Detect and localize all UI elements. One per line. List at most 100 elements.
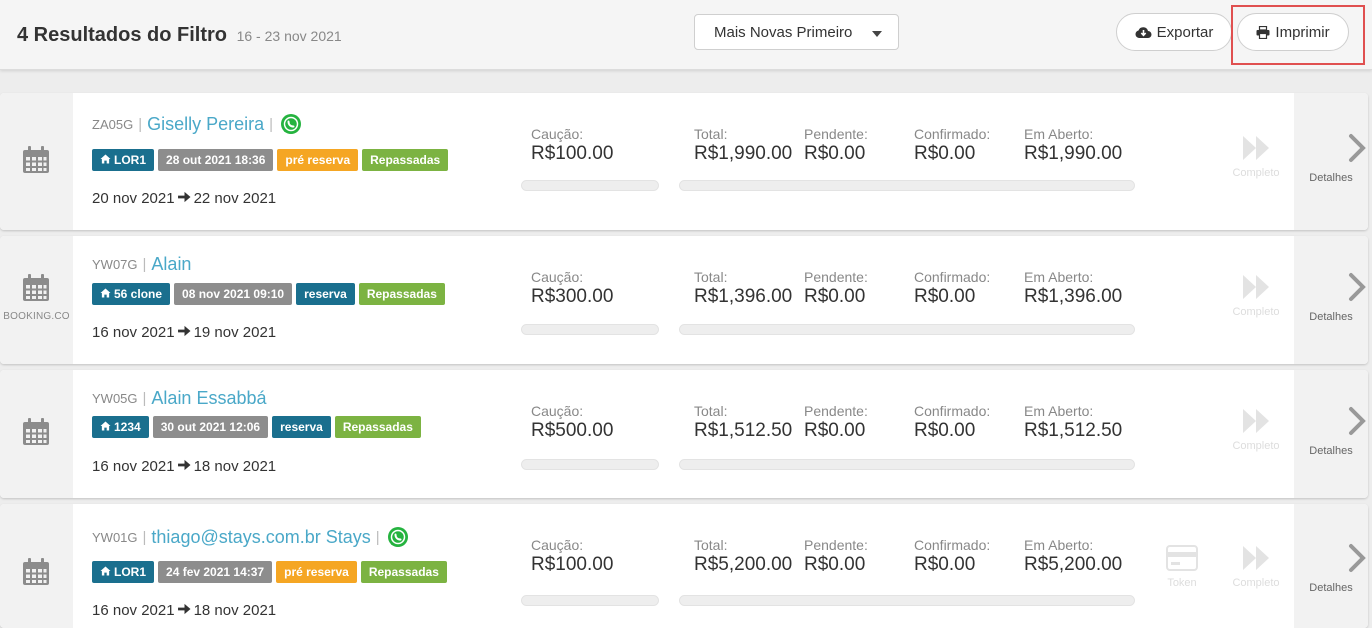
listing-tag[interactable]: 56 clone [92, 283, 171, 305]
token-label: Token [1167, 577, 1197, 589]
fast-forward-icon [1226, 274, 1286, 300]
reservation-id-line: ZA05G | Giselly Pereira | [92, 113, 302, 135]
date-range: 16 - 23 nov 2021 [236, 28, 342, 44]
open-amount: Em Aberto: R$5,200.00 [1024, 537, 1122, 576]
guest-name-link[interactable]: Alain Essabbá [151, 388, 266, 409]
created-date-tag: 28 out 2021 18:36 [158, 149, 274, 171]
details-button[interactable]: Detalhes [1294, 504, 1368, 628]
transfer-badge: Repassadas [334, 416, 421, 438]
total-label: Total: [694, 269, 728, 285]
listing-code: 1234 [114, 420, 141, 434]
deposit-progress-bar [521, 459, 659, 470]
guest-name-link[interactable]: Giselly Pereira [147, 114, 264, 135]
separator: | [142, 390, 147, 407]
whatsapp-icon[interactable] [387, 526, 409, 548]
reservation-card[interactable]: BOOKING.CO YW07G | Alain 56 clone 08 nov… [0, 236, 1368, 364]
open-label: Em Aberto: [1024, 537, 1094, 553]
listing-tag[interactable]: LOR1 [92, 561, 155, 583]
pending-label: Pendente: [804, 269, 868, 285]
complete-button[interactable]: Completo [1226, 545, 1286, 589]
fast-forward-icon [1226, 545, 1286, 571]
print-button-highlight [1231, 5, 1365, 65]
status-badge: reserva [272, 416, 331, 438]
complete-button[interactable]: Completo [1226, 408, 1286, 452]
source-label: BOOKING.CO [3, 311, 70, 322]
payment-progress-bar [679, 459, 1135, 470]
pending-value: R$0.00 [804, 420, 866, 441]
confirmed-value: R$0.00 [914, 420, 976, 441]
listing-code: 56 clone [114, 287, 163, 301]
arrow-right-icon [177, 190, 191, 207]
separator: | [375, 528, 380, 546]
details-button[interactable]: Detalhes [1294, 93, 1368, 230]
stay-dates: 16 nov 2021 19 nov 2021 [92, 324, 276, 341]
reservation-card[interactable]: ZA05G | Giselly Pereira | LOR1 28 out 20… [0, 93, 1368, 230]
cloud-download-icon [1135, 27, 1152, 38]
results-title: 4 Resultados do Filtro [17, 24, 228, 46]
details-label: Detalhes [1309, 311, 1353, 323]
pending-value: R$0.00 [804, 286, 866, 307]
calendar-icon [22, 558, 50, 586]
created-date-tag: 08 nov 2021 09:10 [174, 283, 293, 305]
export-button[interactable]: Exportar [1116, 13, 1232, 51]
results-header: 4 Resultados do Filtro 16 - 23 nov 2021 … [0, 0, 1372, 70]
listing-tag[interactable]: LOR1 [92, 149, 155, 171]
reservation-source-panel: BOOKING.CO [0, 236, 73, 364]
deposit-value: R$500.00 [531, 420, 614, 441]
reservation-tags: 56 clone 08 nov 2021 09:10 reserva Repas… [92, 283, 445, 305]
reservation-source-panel [0, 93, 73, 230]
open-label: Em Aberto: [1024, 126, 1094, 142]
created-date-tag: 30 out 2021 12:06 [152, 416, 269, 438]
deposit-amount: Caução: R$300.00 [531, 269, 613, 308]
listing-tag[interactable]: 1234 [92, 416, 149, 438]
confirmed-value: R$0.00 [914, 143, 976, 164]
details-label: Detalhes [1309, 445, 1353, 457]
transfer-badge: Repassadas [362, 149, 449, 171]
open-value: R$5,200.00 [1024, 554, 1123, 575]
total-label: Total: [694, 537, 728, 553]
pending-amount: Pendente: R$0.00 [804, 537, 868, 576]
deposit-amount: Caução: R$100.00 [531, 126, 613, 165]
arrow-right-icon [177, 324, 191, 341]
guest-name-link[interactable]: Alain [151, 254, 191, 275]
payment-progress-bar [679, 324, 1135, 335]
reservation-card[interactable]: YW05G | Alain Essabbá 1234 30 out 2021 1… [0, 370, 1368, 498]
guest-name-link[interactable]: thiago@stays.com.br Stays [151, 527, 370, 548]
complete-button[interactable]: Completo [1226, 274, 1286, 318]
pending-label: Pendente: [804, 537, 868, 553]
reservation-card[interactable]: YW01G | thiago@stays.com.br Stays | LOR1… [0, 504, 1368, 628]
pending-amount: Pendente: R$0.00 [804, 126, 868, 165]
export-button-label: Exportar [1156, 23, 1214, 41]
confirmed-value: R$0.00 [914, 286, 976, 307]
reservation-source-panel [0, 504, 73, 628]
details-label: Detalhes [1309, 172, 1353, 184]
deposit-amount: Caução: R$100.00 [531, 537, 613, 576]
confirmed-value: R$0.00 [914, 554, 976, 575]
payment-progress-bar [679, 180, 1135, 191]
checkin-date: 16 nov 2021 [92, 458, 175, 475]
open-amount: Em Aberto: R$1,512.50 [1024, 403, 1122, 442]
details-button[interactable]: Detalhes [1294, 370, 1368, 498]
confirmed-amount: Confirmado: R$0.00 [914, 537, 990, 576]
deposit-label: Caução: [531, 126, 584, 142]
status-badge: pré reserva [276, 561, 357, 583]
total-amount: Total: R$1,396.00 [694, 269, 792, 308]
details-button[interactable]: Detalhes [1294, 236, 1368, 364]
reservation-source-panel [0, 370, 73, 498]
deposit-progress-bar [521, 324, 659, 335]
details-label: Detalhes [1309, 582, 1353, 594]
token-button[interactable]: Token [1152, 545, 1212, 589]
whatsapp-icon[interactable] [280, 113, 302, 135]
open-label: Em Aberto: [1024, 403, 1094, 419]
deposit-value: R$300.00 [531, 286, 614, 307]
complete-button[interactable]: Completo [1226, 135, 1286, 179]
pending-label: Pendente: [804, 403, 868, 419]
confirmed-amount: Confirmado: R$0.00 [914, 126, 990, 165]
complete-label: Completo [1232, 167, 1280, 179]
stay-dates: 16 nov 2021 18 nov 2021 [92, 602, 276, 619]
reservation-id: YW05G [92, 391, 138, 406]
sort-dropdown[interactable]: Mais Novas Primeiro [694, 14, 899, 50]
checkout-date: 19 nov 2021 [193, 324, 277, 341]
deposit-progress-bar [521, 180, 659, 191]
total-label: Total: [694, 126, 728, 142]
